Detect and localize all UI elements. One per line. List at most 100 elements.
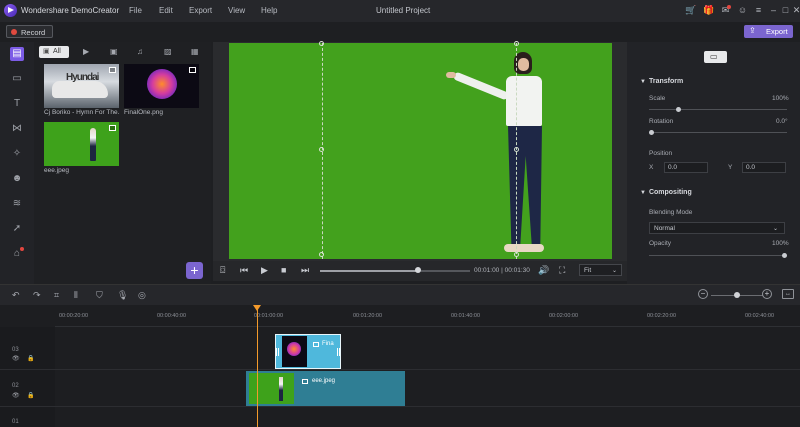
camera-icon[interactable]: ◎ — [138, 290, 146, 301]
stop-icon[interactable]: ■ — [281, 265, 286, 275]
lock-icon[interactable]: 🔒 — [27, 355, 34, 362]
gift-icon[interactable]: 🎁 — [703, 5, 714, 16]
opacity-slider-knob[interactable] — [782, 253, 787, 258]
position-x-input[interactable]: 0.0 — [664, 162, 708, 173]
menu-view[interactable]: View — [228, 6, 245, 15]
filter-all-button[interactable]: ▣ All — [39, 46, 69, 58]
eye-icon[interactable]: 👁 — [12, 355, 20, 362]
user-icon[interactable]: ☺ — [737, 5, 748, 16]
playback-progress-bar[interactable] — [320, 270, 470, 272]
export-button[interactable]: ⇪ Export — [744, 25, 793, 38]
selection-box[interactable] — [322, 43, 517, 259]
video-filter-icon[interactable]: ▶ — [83, 47, 89, 56]
audio-filter-icon[interactable]: ♫ — [137, 47, 143, 56]
zoom-select[interactable]: Fit ⌄ — [579, 264, 622, 276]
zoom-out-button[interactable]: − — [698, 289, 708, 299]
media-thumb-final[interactable] — [124, 64, 199, 108]
redo-icon[interactable]: ↷ — [33, 290, 41, 301]
next-frame-icon[interactable]: ⏭ — [301, 265, 309, 276]
resize-handle[interactable] — [514, 147, 519, 152]
blending-mode-select[interactable]: Normal ⌄ — [649, 222, 785, 234]
media-label-eee: eee.jpeg — [44, 167, 69, 174]
mark-icon[interactable]: ⛉ — [96, 290, 103, 301]
menu-export[interactable]: Export — [189, 6, 212, 15]
eye-icon[interactable]: 👁 — [12, 392, 20, 399]
previous-frame-icon[interactable]: ⏮ — [240, 265, 248, 276]
timeline-clip-eee[interactable]: eee.jpeg — [246, 371, 405, 406]
clip-trim-handle-right[interactable] — [337, 348, 340, 356]
compositing-section-header[interactable]: ▼ Compositing — [640, 189, 692, 196]
ruler-tick: 00:00:40:00 — [157, 313, 187, 319]
resize-handle[interactable] — [319, 147, 324, 152]
grid-filter-icon[interactable]: ▦ — [191, 47, 199, 56]
maximize-icon[interactable]: □ — [780, 5, 791, 16]
video-properties-tab[interactable]: ▭ — [704, 51, 727, 63]
fullscreen-icon[interactable]: ⛶ — [559, 265, 565, 276]
cursor-effects-icon[interactable]: ➚ — [10, 222, 24, 236]
opacity-slider[interactable] — [649, 255, 787, 256]
scale-slider-knob[interactable] — [676, 107, 681, 112]
zoom-in-button[interactable]: + — [762, 289, 772, 299]
split-icon[interactable]: ⫴ — [74, 290, 78, 301]
microphone-icon[interactable]: 🎙 — [117, 290, 128, 301]
ruler-tick: 00:01:00:00 — [254, 313, 284, 319]
undo-icon[interactable]: ↶ — [12, 290, 20, 301]
captions-icon[interactable]: T — [10, 97, 24, 111]
transform-section-header[interactable]: ▼ Transform — [640, 78, 683, 85]
transitions-icon[interactable]: ⋈ — [10, 122, 24, 136]
cart-icon[interactable]: 🛒 — [685, 5, 696, 16]
blending-mode-label: Blending Mode — [649, 209, 693, 216]
scale-slider[interactable] — [649, 109, 787, 110]
rotation-slider[interactable] — [649, 132, 787, 133]
image-type-icon — [109, 125, 116, 131]
audio-icon[interactable]: ≋ — [10, 197, 24, 211]
lock-icon[interactable]: 🔒 — [27, 392, 34, 399]
crop-icon[interactable]: ⌗ — [54, 290, 59, 301]
annotation-icon[interactable]: ▭ — [10, 72, 24, 86]
timeline-zoom-knob[interactable] — [734, 292, 740, 298]
playhead-handle[interactable] — [253, 305, 261, 311]
media-thumb-eee[interactable] — [44, 122, 119, 166]
playhead[interactable] — [257, 305, 258, 427]
ruler-tick: 00:02:20:00 — [647, 313, 677, 319]
left-rail: ▤ ▭ T ⋈ ✧ ☻ ≋ ➚ ⌂ — [0, 42, 34, 284]
record-button[interactable]: Record — [6, 25, 53, 38]
volume-icon[interactable]: 🔊 — [538, 265, 549, 276]
resize-handle[interactable] — [514, 41, 519, 46]
ruler-tick: 00:02:00:00 — [549, 313, 579, 319]
resize-handle[interactable] — [319, 41, 324, 46]
mail-icon[interactable]: ✉ — [720, 5, 731, 16]
clip-label: Fina — [322, 341, 334, 347]
image-filter-icon[interactable]: ▨ — [164, 47, 172, 56]
effects-icon[interactable]: ✧ — [10, 147, 24, 161]
export-label: Export — [766, 27, 788, 36]
clip-thumbnail — [249, 373, 294, 404]
position-y-input[interactable]: 0.0 — [742, 162, 786, 173]
minimize-icon[interactable]: – — [768, 5, 779, 16]
fit-timeline-button[interactable]: ↔ — [782, 289, 794, 299]
stickers-icon[interactable]: ☻ — [10, 172, 24, 186]
timeline-clip-final[interactable]: Fina — [275, 334, 341, 369]
opacity-value: 100% — [772, 240, 789, 247]
menu-edit[interactable]: Edit — [159, 6, 173, 15]
close-icon[interactable]: ✕ — [791, 5, 800, 16]
rotation-value: 0.0° — [776, 118, 788, 125]
position-x-label: X — [649, 164, 654, 171]
menu-file[interactable]: File — [129, 6, 142, 15]
media-library-icon[interactable]: ▤ — [10, 47, 24, 61]
store-icon[interactable]: ⌂ — [10, 247, 24, 261]
play-icon[interactable]: ▶ — [261, 265, 268, 276]
progress-knob[interactable] — [414, 267, 421, 273]
record-dot-icon — [11, 29, 17, 35]
track-divider — [0, 369, 800, 370]
menu-icon[interactable]: ≡ — [753, 5, 764, 16]
screenshot-icon[interactable]: ⌼ — [220, 265, 225, 276]
rotation-slider-knob[interactable] — [649, 130, 654, 135]
clip-trim-handle-left[interactable] — [276, 348, 279, 356]
add-media-button[interactable]: + — [186, 262, 203, 279]
resize-handle[interactable] — [514, 252, 519, 257]
menu-help[interactable]: Help — [261, 6, 277, 15]
media-thumb-video[interactable]: Hyundai — [44, 64, 119, 108]
resize-handle[interactable] — [319, 252, 324, 257]
screen-filter-icon[interactable]: ▣ — [110, 47, 118, 56]
